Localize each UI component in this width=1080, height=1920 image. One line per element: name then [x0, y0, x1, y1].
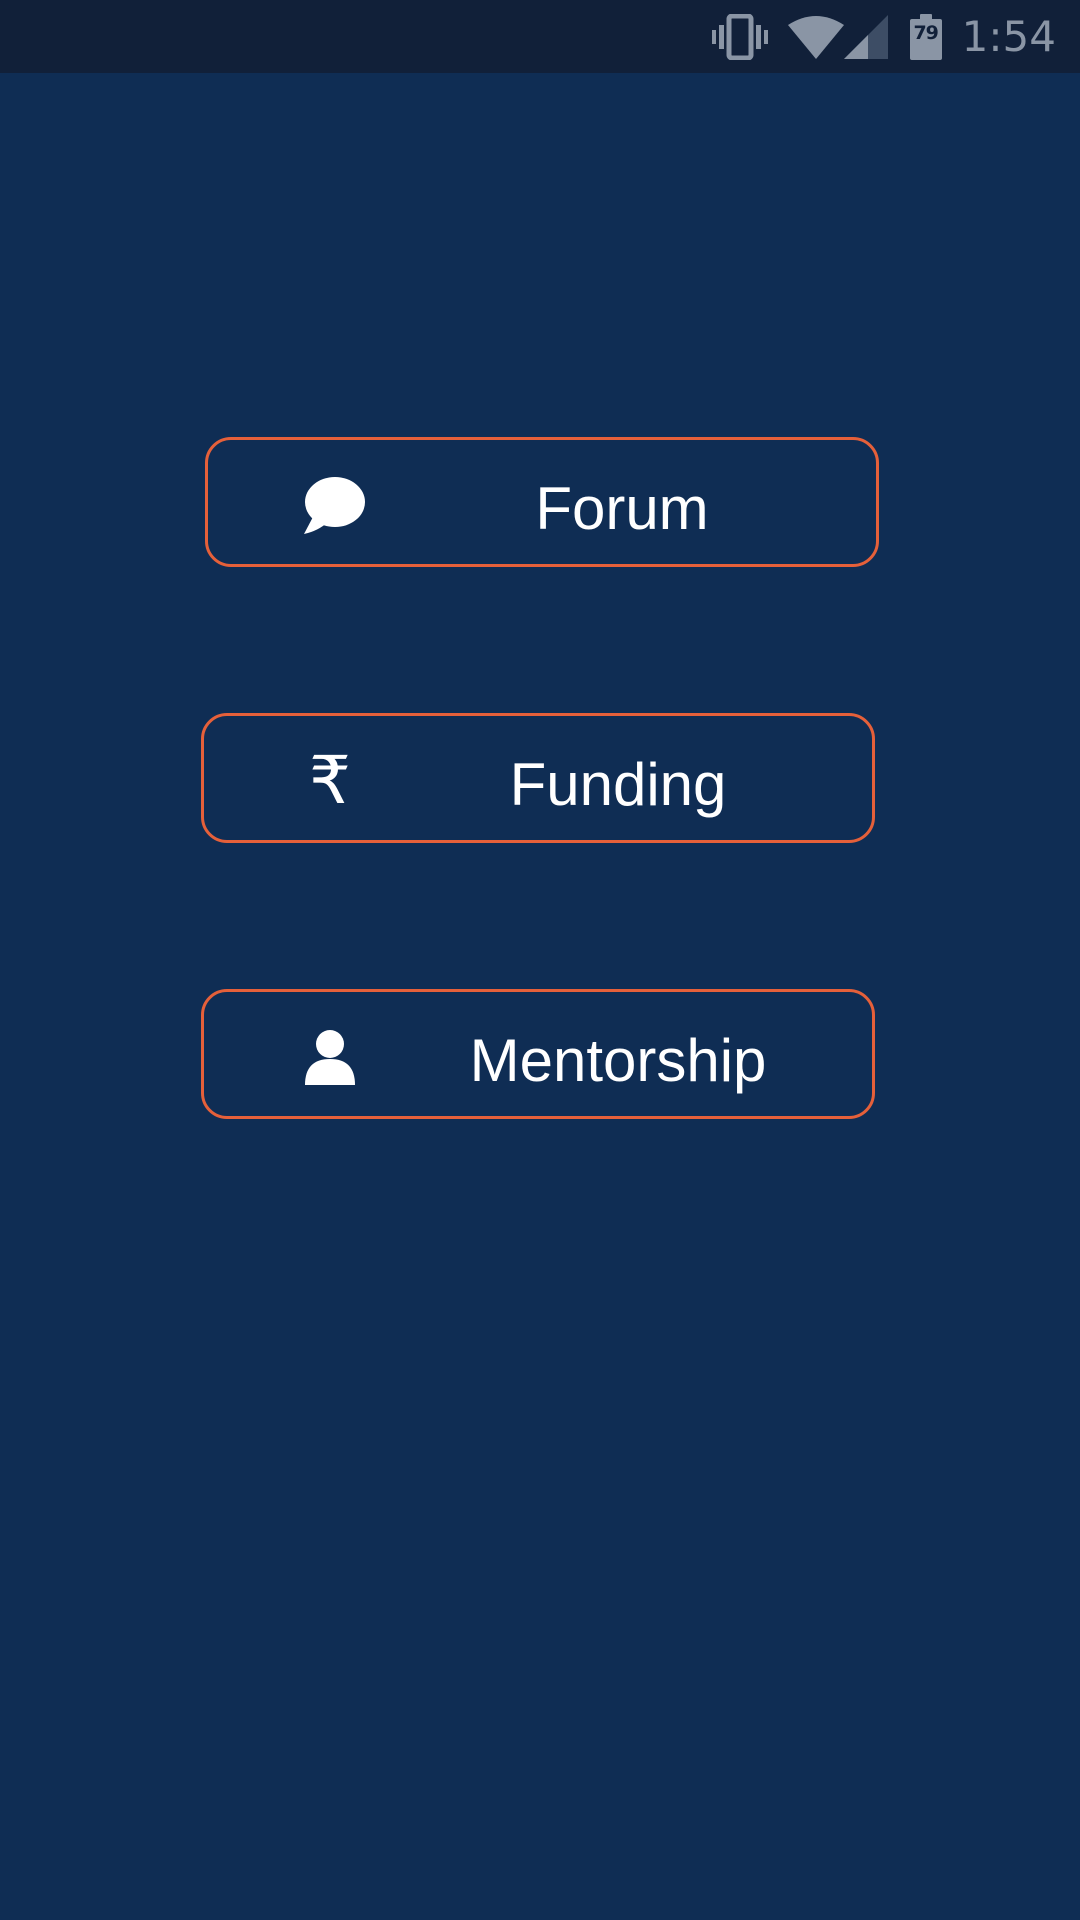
status-bar: 79 1:54 — [0, 0, 1080, 73]
vibrate-icon — [711, 13, 768, 60]
wifi-icon — [787, 15, 844, 59]
rupee-glyph: ₹ — [309, 742, 351, 819]
status-icons: 79 1:54 — [711, 0, 1056, 73]
battery-level: 79 — [913, 21, 938, 44]
forum-label: Forum — [535, 475, 709, 542]
funding-button[interactable]: ₹ Funding — [201, 713, 875, 843]
person-icon — [298, 1025, 362, 1089]
forum-button[interactable]: Forum — [205, 437, 879, 567]
mentorship-button[interactable]: Mentorship — [201, 989, 875, 1119]
status-time: 1:54 — [961, 12, 1056, 61]
signal-icon — [843, 14, 888, 59]
mentorship-label: Mentorship — [469, 1027, 767, 1094]
battery-icon: 79 — [909, 13, 942, 60]
chat-bubble-icon — [302, 473, 366, 537]
funding-label: Funding — [509, 751, 727, 818]
rupee-icon: ₹ — [298, 742, 362, 819]
